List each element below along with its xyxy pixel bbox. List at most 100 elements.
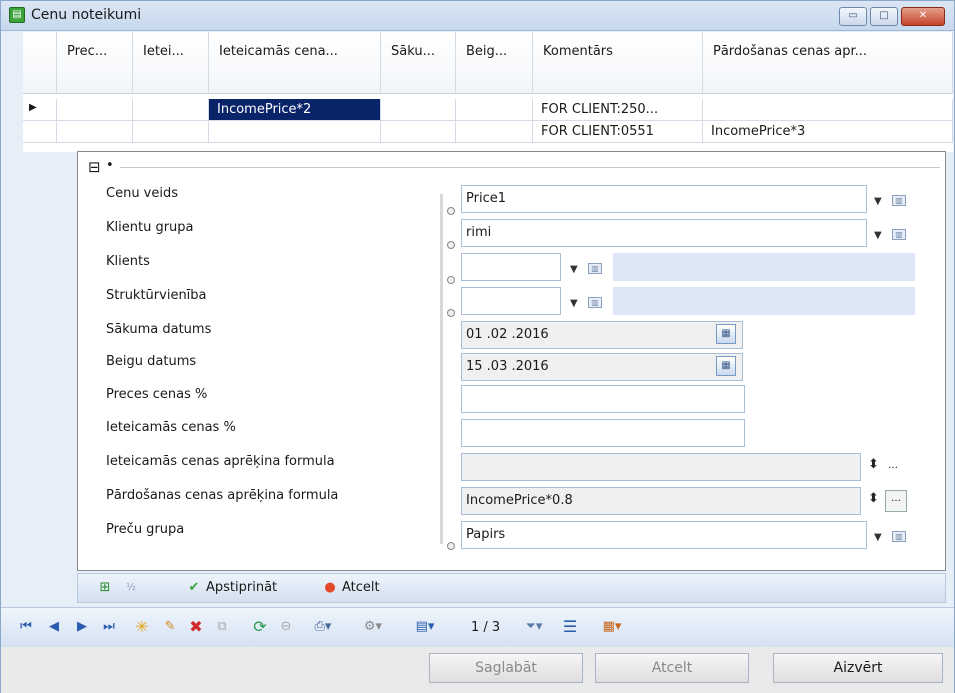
price-type-field[interactable]: Price1 xyxy=(461,185,867,213)
stop-icon[interactable]: ⊖ xyxy=(277,618,295,636)
table-cell[interactable] xyxy=(703,99,953,121)
chevron-down-icon[interactable]: ▼ xyxy=(874,532,882,543)
spin-arrows-icon[interactable]: ⬍ xyxy=(868,457,879,472)
table-cell-selected[interactable]: IncomePrice*2 xyxy=(209,99,381,121)
calendar-report-icon[interactable]: ▦▾ xyxy=(597,618,627,636)
table-cell[interactable] xyxy=(57,99,133,121)
cancel-icon[interactable]: ● xyxy=(322,579,338,597)
edit-icon[interactable]: ✎ xyxy=(161,618,179,636)
unit-name-display xyxy=(613,287,915,315)
page-indicator: 1 / 3 xyxy=(471,620,501,635)
grid-header-indicator xyxy=(23,32,57,94)
grid-header-col-2[interactable]: Ietei... xyxy=(133,32,209,94)
numbering-icon[interactable]: ½ xyxy=(122,579,140,597)
calendar-icon[interactable]: ▦ xyxy=(716,356,736,376)
grid-header-col-6[interactable]: Komentārs xyxy=(533,32,703,94)
new-record-icon[interactable]: ✳ xyxy=(133,618,151,636)
client-group-field[interactable]: rimi xyxy=(461,219,867,247)
client-group-label: Klientu grupa xyxy=(106,220,194,235)
ellipsis-icon[interactable]: … xyxy=(888,460,898,471)
chevron-down-icon[interactable]: ▼ xyxy=(874,196,882,207)
ellipsis-button[interactable]: … xyxy=(885,490,907,512)
confirm-icon[interactable]: ✔ xyxy=(186,579,202,597)
collapse-icon[interactable]: ⊟ xyxy=(88,158,101,176)
item-group-field[interactable]: Papirs xyxy=(461,521,867,549)
table-cell[interactable]: FOR CLIENT:0551 xyxy=(533,121,703,143)
next-record-icon[interactable]: ▶ xyxy=(75,618,89,636)
lookup-key-icon xyxy=(447,207,455,215)
client-name-display xyxy=(613,253,915,281)
grid-header-col-1[interactable]: Prec... xyxy=(57,32,133,94)
save-button[interactable]: Saglabāt xyxy=(429,653,583,683)
maximize-button[interactable]: □ xyxy=(870,7,898,26)
table-cell[interactable] xyxy=(381,121,456,143)
delete-icon[interactable]: ✖ xyxy=(187,618,205,636)
refresh-icon[interactable]: ⟳ xyxy=(251,618,269,636)
navigation-toolbar: ⏮ ◀ ▶ ⏭ ✳ ✎ ✖ ⧉ ⟳ ⊖ ⎙▾ ⚙▾ ▤▾ 1 / 3 ⏷▾ ☰ … xyxy=(1,607,954,647)
table-cell[interactable] xyxy=(381,99,456,121)
last-record-icon[interactable]: ⏭ xyxy=(101,618,117,636)
book-icon[interactable]: ▥ xyxy=(588,263,602,274)
grid-header-col-4[interactable]: Sāku... xyxy=(381,32,456,94)
add-row-icon[interactable]: ⊞ xyxy=(96,579,114,597)
unit-field[interactable] xyxy=(461,287,561,315)
print-icon[interactable]: ⎙▾ xyxy=(309,618,337,636)
chevron-down-icon[interactable]: ▼ xyxy=(570,264,578,275)
table-cell[interactable] xyxy=(456,99,533,121)
row-indicator[interactable]: ▶ xyxy=(23,99,57,121)
recommended-price-pct-label: Ieteicamās cenas % xyxy=(106,420,236,435)
recommended-formula-label: Ieteicamās cenas aprēķina formula xyxy=(106,454,335,469)
grid-header-col-7[interactable]: Pārdošanas cenas apr... xyxy=(703,32,953,94)
lookup-key-icon xyxy=(447,241,455,249)
confirm-button[interactable]: Apstiprināt xyxy=(206,580,277,595)
lookup-key-icon xyxy=(447,276,455,284)
row-indicator[interactable] xyxy=(23,121,57,143)
table-cell[interactable] xyxy=(133,121,209,143)
filter-icon[interactable]: ⏷▾ xyxy=(521,618,547,636)
close-window-button[interactable]: ✕ xyxy=(901,7,945,26)
copy-icon[interactable]: ⧉ xyxy=(213,618,231,636)
title-bar: ▤ Cenu noteikumi ▭ □ ✕ xyxy=(1,1,954,31)
recommended-price-pct-field[interactable] xyxy=(461,419,745,447)
first-record-icon[interactable]: ⏮ xyxy=(19,618,33,636)
action-toolbar: ⊞ ½ ✔ Apstiprināt ● Atcelt xyxy=(77,573,946,603)
start-date-field[interactable]: 01 .02 .2016 xyxy=(461,321,743,349)
close-button[interactable]: Aizvērt xyxy=(773,653,943,683)
book-icon[interactable]: ▥ xyxy=(588,297,602,308)
table-cell[interactable]: FOR CLIENT:250... xyxy=(533,99,703,121)
chevron-down-icon[interactable]: ▼ xyxy=(570,298,578,309)
gear-icon[interactable]: ⚙▾ xyxy=(359,618,387,636)
minimize-button[interactable]: ▭ xyxy=(839,7,867,26)
rules-grid: Prec... Ietei... Ieteicamās cena... Sāku… xyxy=(23,32,953,152)
unit-label: Struktūrvienība xyxy=(106,288,207,303)
end-date-field[interactable]: 15 .03 .2016 xyxy=(461,353,743,381)
cancel-action-button[interactable]: Atcelt xyxy=(342,580,380,595)
previous-record-icon[interactable]: ◀ xyxy=(47,618,61,636)
item-price-pct-label: Preces cenas % xyxy=(106,387,208,402)
calendar-icon[interactable]: ▦ xyxy=(716,324,736,344)
grid-header-col-5[interactable]: Beig... xyxy=(456,32,533,94)
table-cell[interactable] xyxy=(57,121,133,143)
table-cell[interactable] xyxy=(133,99,209,121)
recommended-formula-field[interactable] xyxy=(461,453,861,481)
client-label: Klients xyxy=(106,254,150,269)
grid-header-col-3[interactable]: Ieteicamās cena... xyxy=(209,32,381,94)
sales-formula-label: Pārdošanas cenas aprēķina formula xyxy=(106,488,339,503)
client-field[interactable] xyxy=(461,253,561,281)
book-icon[interactable]: ▥ xyxy=(892,195,906,206)
table-cell[interactable] xyxy=(456,121,533,143)
item-price-pct-field[interactable] xyxy=(461,385,745,413)
group-divider xyxy=(120,167,940,168)
export-icon[interactable]: ▤▾ xyxy=(411,618,439,636)
chevron-down-icon[interactable]: ▼ xyxy=(874,230,882,241)
window: ▤ Cenu noteikumi ▭ □ ✕ Prec... Ietei... … xyxy=(0,0,955,693)
view-icon[interactable]: ☰ xyxy=(561,618,579,636)
spin-arrows-icon[interactable]: ⬍ xyxy=(868,491,879,506)
sales-formula-field[interactable]: IncomePrice*0.8 xyxy=(461,487,861,515)
cancel-button[interactable]: Atcelt xyxy=(595,653,749,683)
table-cell[interactable]: IncomePrice*3 xyxy=(703,121,953,143)
book-icon[interactable]: ▥ xyxy=(892,229,906,240)
table-cell[interactable] xyxy=(209,121,381,143)
book-icon[interactable]: ▥ xyxy=(892,531,906,542)
column-splitter[interactable] xyxy=(440,194,443,544)
